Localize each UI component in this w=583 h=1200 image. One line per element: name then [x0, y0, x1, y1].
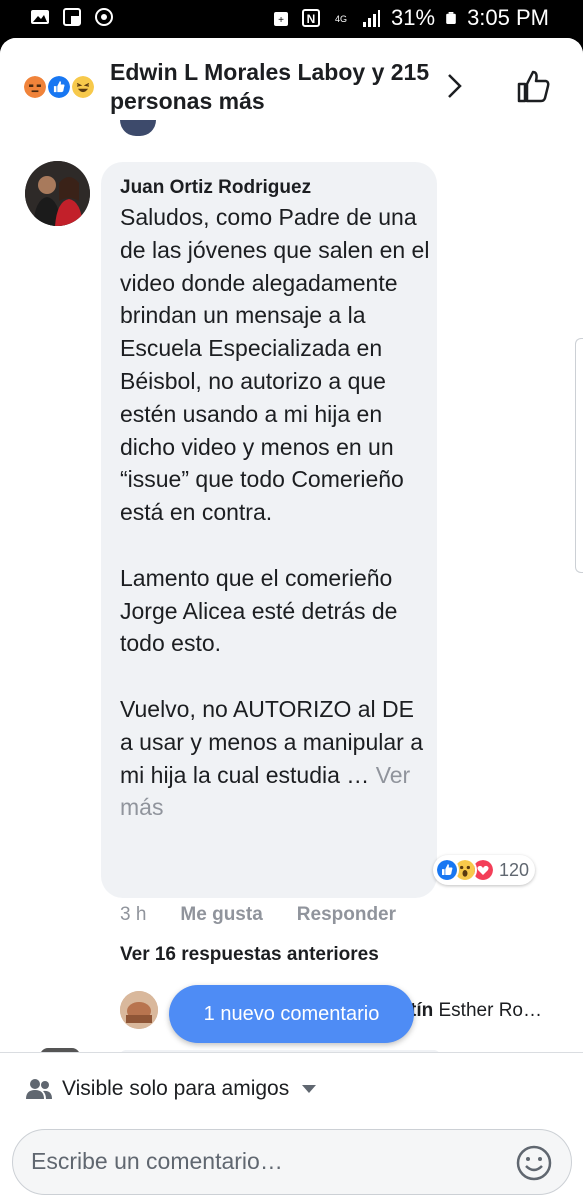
wifi-calling-icon: 4G: [335, 14, 347, 24]
angry-icon: [22, 74, 48, 100]
data-saver-icon: +: [274, 12, 289, 26]
like-icon: [46, 74, 72, 100]
reply-author[interactable]: tín Esther Ro…: [410, 1000, 542, 1022]
emoji-icon[interactable]: [515, 1144, 553, 1182]
new-comment-button[interactable]: 1 nuevo comentario: [169, 985, 414, 1043]
comment-author[interactable]: Juan Ortiz Rodriguez: [120, 177, 311, 199]
comment-composer: Visible solo para amigos: [0, 1052, 583, 1200]
comment-reactions[interactable]: 120: [433, 855, 536, 885]
comment-time: 3 h: [120, 904, 147, 925]
sync-notification-icon: [95, 8, 113, 26]
signal-icon: [363, 10, 381, 27]
comments-sheet: Edwin L Morales Laboy y 215 personas más…: [0, 38, 583, 1200]
commenter-avatar[interactable]: [25, 161, 90, 226]
audience-selector[interactable]: Visible solo para amigos: [26, 1077, 317, 1101]
haha-icon: [70, 74, 96, 100]
svg-text:4G: 4G: [335, 14, 347, 24]
view-previous-replies-link[interactable]: Ver 16 respuestas anteriores: [120, 944, 379, 966]
like-icon: [435, 858, 459, 882]
profile-photo: [25, 161, 90, 226]
like-outline-icon[interactable]: [514, 68, 552, 106]
reply-avatar[interactable]: [120, 991, 158, 1029]
comment-body: Saludos, como Padre de una de las jóvene…: [120, 204, 430, 788]
header-reaction-icons: [22, 72, 106, 102]
audience-label: Visible solo para amigos: [62, 1077, 290, 1100]
svg-text:+: +: [278, 15, 284, 26]
comment-box[interactable]: [12, 1129, 572, 1195]
battery-icon: [446, 12, 456, 24]
comment-input[interactable]: [31, 1148, 481, 1175]
previous-comment-avatar[interactable]: [120, 120, 156, 136]
reply-button[interactable]: Responder: [297, 904, 396, 926]
status-bar: + N 4G 31% 3:05 PM: [0, 0, 583, 38]
clock: 3:05 PM: [467, 5, 549, 30]
caret-down-icon: [302, 1085, 317, 1093]
reactions-header[interactable]: Edwin L Morales Laboy y 215 personas más: [0, 38, 583, 130]
friends-icon: [26, 1079, 52, 1099]
svg-text:N: N: [307, 12, 316, 26]
nfc-icon: N: [302, 9, 321, 27]
like-comment-button[interactable]: Me gusta: [180, 904, 262, 926]
battery-percent: 31%: [391, 5, 436, 30]
reactors-title[interactable]: Edwin L Morales Laboy y 215 personas más: [110, 58, 430, 116]
scrollbar[interactable]: [575, 338, 583, 573]
comment-meta: 3 h Me gusta Responder: [120, 904, 430, 926]
chevron-right-icon[interactable]: [440, 72, 468, 100]
reply-author-rest: Esther Ro…: [433, 1000, 542, 1021]
reply-profile-photo: [120, 991, 158, 1029]
comment-text: Saludos, como Padre de una de las jóvene…: [120, 201, 430, 824]
reaction-count: 120: [499, 859, 530, 880]
video-notification-icon: [63, 8, 81, 26]
gallery-notification-icon: [31, 10, 49, 24]
